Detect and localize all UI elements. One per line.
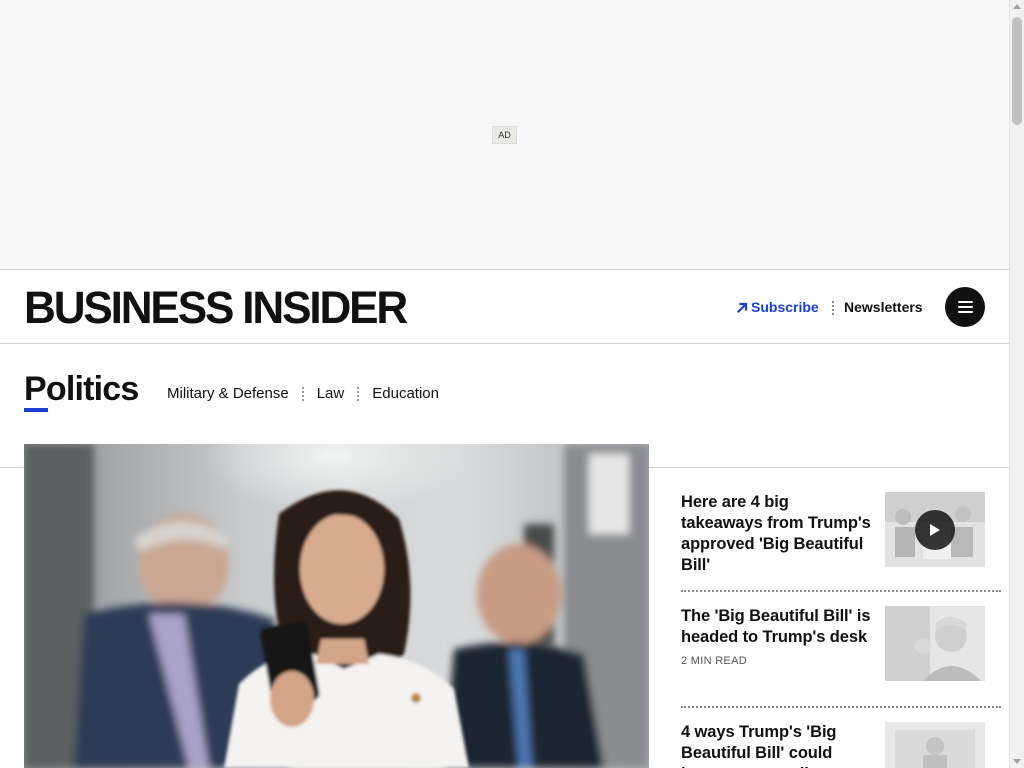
section-title[interactable]: Politics <box>24 369 139 409</box>
hamburger-line <box>957 306 973 308</box>
page-viewport: AD BUSINESS INSIDER Subscribe Newsletter… <box>0 0 1009 768</box>
article-title[interactable]: Here are 4 big takeaways from Trump's ap… <box>681 492 871 576</box>
article-title[interactable]: The 'Big Beautiful Bill' is headed to Tr… <box>681 606 871 648</box>
scroll-up-arrow-icon[interactable] <box>1013 4 1021 9</box>
thumbnail-image <box>885 606 985 681</box>
hamburger-menu-icon <box>957 301 973 303</box>
article-title[interactable]: 4 ways Trump's 'Big Beautiful Bill' coul… <box>681 722 871 768</box>
list-item[interactable]: The 'Big Beautiful Bill' is headed to Tr… <box>681 592 1001 706</box>
menu-button[interactable] <box>945 287 985 327</box>
article-list: Here are 4 big takeaways from Trump's ap… <box>681 492 1001 768</box>
sub-link-law[interactable]: Law <box>317 385 345 402</box>
hamburger-line <box>957 311 973 313</box>
article-thumbnail[interactable] <box>885 606 985 681</box>
hero-photo <box>24 444 649 768</box>
section-title-underline <box>24 408 48 412</box>
ad-badge: AD <box>492 126 517 144</box>
sub-link-divider <box>301 386 304 401</box>
hero-image[interactable] <box>24 444 649 768</box>
thumbnail-image <box>885 722 985 768</box>
sub-link-education[interactable]: Education <box>372 385 439 402</box>
site-header: BUSINESS INSIDER Subscribe Newsletters <box>0 271 1009 344</box>
subscribe-label: Subscribe <box>751 299 819 315</box>
ad-slot[interactable]: AD <box>0 0 1009 270</box>
list-item[interactable]: 4 ways Trump's 'Big Beautiful Bill' coul… <box>681 708 1001 768</box>
header-divider <box>832 301 834 315</box>
section-sub-links: Military & Defense Law Education <box>167 385 439 402</box>
site-logo[interactable]: BUSINESS INSIDER <box>24 285 408 331</box>
article-thumbnail[interactable] <box>885 492 985 567</box>
sub-link-military-defense[interactable]: Military & Defense <box>167 385 289 402</box>
play-icon <box>930 524 940 536</box>
scrollbar-thumb[interactable] <box>1012 17 1022 125</box>
arrow-up-right-icon <box>737 302 748 313</box>
scroll-down-arrow-icon[interactable] <box>1013 759 1021 764</box>
article-thumbnail[interactable] <box>885 722 985 768</box>
page-scrollbar[interactable] <box>1009 0 1024 768</box>
newsletters-link[interactable]: Newsletters <box>844 299 923 315</box>
list-item[interactable]: Here are 4 big takeaways from Trump's ap… <box>681 492 1001 590</box>
sub-link-divider <box>357 386 360 401</box>
subscribe-link[interactable]: Subscribe <box>737 299 819 315</box>
video-play-button[interactable] <box>915 510 955 550</box>
